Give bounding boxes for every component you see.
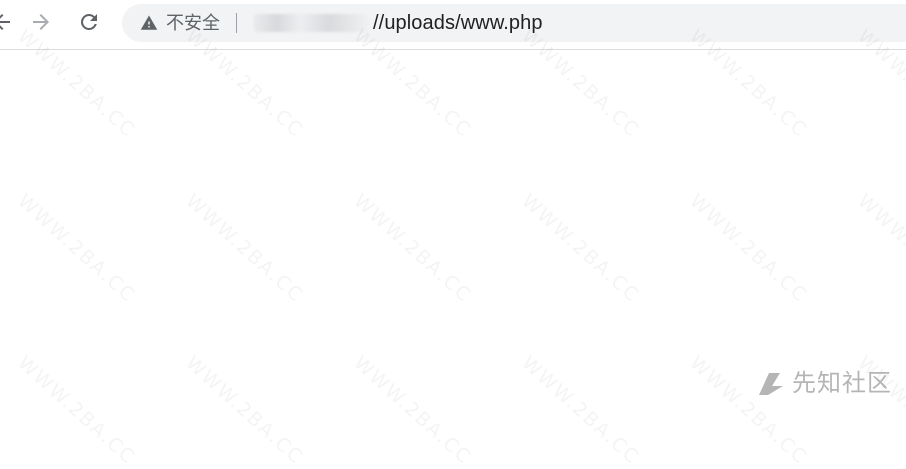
back-button[interactable]: [0, 8, 16, 36]
watermark-text: WWW.2BA.CC: [13, 190, 140, 308]
watermark-text: WWW.2BA.CC: [349, 352, 476, 469]
warning-triangle-icon: [140, 15, 158, 30]
forward-button[interactable]: [27, 8, 55, 36]
url-field[interactable]: //uploads/www.php: [254, 4, 543, 42]
reload-button[interactable]: [75, 8, 103, 36]
redacted-domain: [254, 14, 369, 32]
url-path: //uploads/www.php: [373, 11, 543, 34]
security-label: 不安全: [166, 13, 220, 33]
arrow-left-icon: [0, 14, 10, 30]
watermark-text: WWW.2BA.CC: [517, 352, 644, 469]
arrow-right-icon: [33, 14, 49, 30]
security-chip[interactable]: 不安全: [140, 4, 237, 42]
watermark-text: WWW.2BA.CC: [517, 190, 644, 308]
watermark-text: WWW.2BA.CC: [349, 190, 476, 308]
watermark-text: WWW.2BA.CC: [13, 352, 140, 469]
xianzhi-watermark: 先知社区: [756, 369, 892, 399]
watermark-text: WWW.2BA.CC: [685, 190, 812, 308]
xianzhi-logo-icon: [759, 373, 783, 395]
watermark-text: WWW.2BA.CC: [181, 352, 308, 469]
browser-toolbar: 不安全 //uploads/www.php: [0, 0, 906, 50]
security-separator: [236, 13, 237, 33]
watermark-text: WWW.2BA.CC: [181, 190, 308, 308]
watermark-layer: WWW.2BA.CC WWW.2BA.CC WWW.2BA.CC WWW.2BA…: [0, 0, 906, 469]
reload-icon: [81, 13, 97, 30]
watermark-text: WWW.2BA.CC: [853, 190, 906, 308]
address-bar[interactable]: 不安全 //uploads/www.php: [122, 4, 906, 42]
brand-text: 先知社区: [792, 370, 892, 397]
